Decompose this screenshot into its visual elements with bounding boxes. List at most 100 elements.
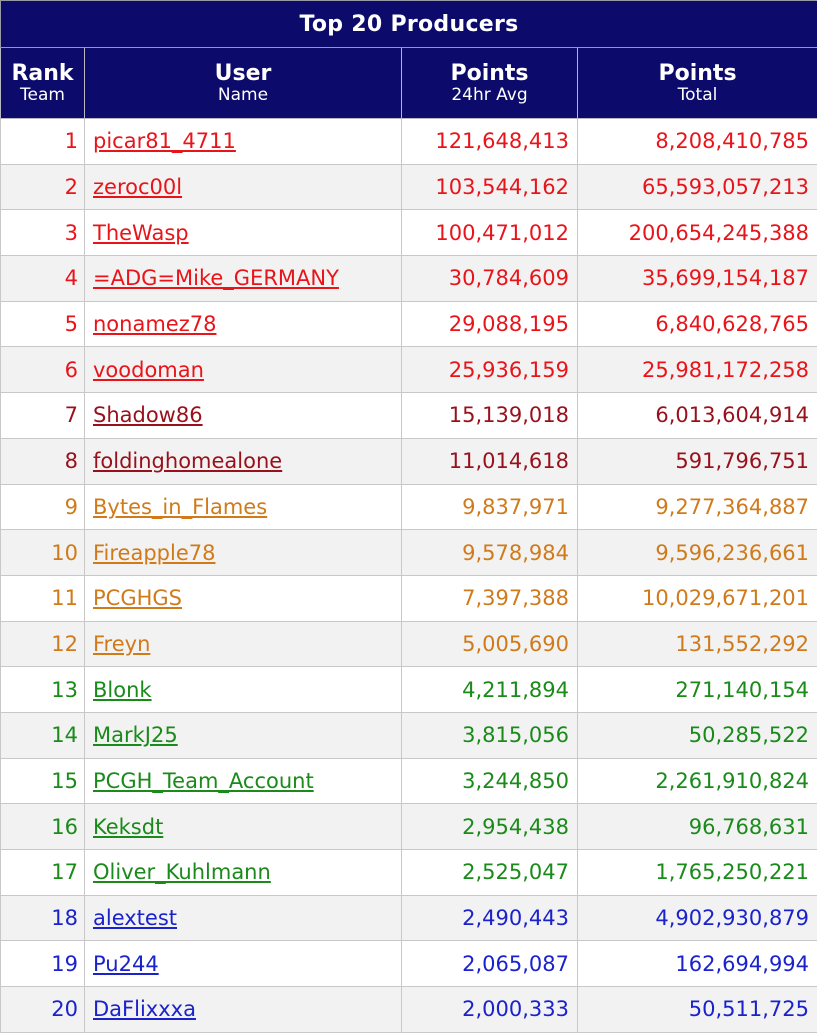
avg-points-cell: 11,014,618 bbox=[402, 438, 578, 484]
user-cell: foldinghomealone bbox=[85, 438, 402, 484]
avg-points-cell: 5,005,690 bbox=[402, 621, 578, 667]
avg-points-cell: 2,490,443 bbox=[402, 895, 578, 941]
avg-points-cell: 2,525,047 bbox=[402, 850, 578, 896]
user-link[interactable]: PCGHGS bbox=[93, 586, 182, 610]
table-title-row: Top 20 Producers bbox=[1, 1, 817, 48]
table-row: 12Freyn5,005,690131,552,292 bbox=[1, 621, 817, 667]
total-points-cell: 9,277,364,887 bbox=[578, 484, 817, 530]
user-link[interactable]: zeroc00l bbox=[93, 175, 182, 199]
user-cell: Shadow86 bbox=[85, 393, 402, 439]
rank-cell: 5 bbox=[1, 301, 85, 347]
user-cell: MarkJ25 bbox=[85, 712, 402, 758]
user-link[interactable]: TheWasp bbox=[93, 221, 189, 245]
rank-cell: 1 bbox=[1, 119, 85, 165]
user-link[interactable]: Bytes_in_Flames bbox=[93, 495, 267, 519]
table-row: 18alextest2,490,4434,902,930,879 bbox=[1, 895, 817, 941]
user-link[interactable]: Oliver_Kuhlmann bbox=[93, 860, 271, 884]
user-link[interactable]: Keksdt bbox=[93, 815, 163, 839]
table-row: 6 voodoman 25,936,15925,981,172,258 bbox=[1, 347, 817, 393]
column-header-row: Rank Team User Name Points 24hr Avg Poin… bbox=[1, 48, 817, 119]
user-link[interactable]: foldinghomealone bbox=[93, 449, 282, 473]
rank-cell: 4 bbox=[1, 256, 85, 302]
total-header-label: Points bbox=[578, 61, 817, 86]
total-points-cell: 1,765,250,221 bbox=[578, 850, 817, 896]
avg-header-label: Points bbox=[402, 61, 577, 86]
user-column-header[interactable]: User Name bbox=[85, 48, 402, 119]
rank-cell: 7 bbox=[1, 393, 85, 439]
user-link[interactable]: Blonk bbox=[93, 678, 152, 702]
total-points-cell: 25,981,172,258 bbox=[578, 347, 817, 393]
rank-cell: 6 bbox=[1, 347, 85, 393]
total-points-cell: 162,694,994 bbox=[578, 941, 817, 987]
user-link[interactable]: =ADG=Mike_GERMANY bbox=[93, 266, 339, 290]
avg-points-cell: 29,088,195 bbox=[402, 301, 578, 347]
user-link[interactable]: PCGH_Team_Account bbox=[93, 769, 314, 793]
table-row: 14MarkJ253,815,05650,285,522 bbox=[1, 712, 817, 758]
total-points-cell: 35,699,154,187 bbox=[578, 256, 817, 302]
user-link[interactable]: Shadow86 bbox=[93, 403, 203, 427]
rank-cell: 18 bbox=[1, 895, 85, 941]
avg-points-cell: 121,648,413 bbox=[402, 119, 578, 165]
avg-points-cell: 100,471,012 bbox=[402, 210, 578, 256]
avg-points-cell: 2,000,333 bbox=[402, 987, 578, 1033]
user-link[interactable]: DaFlixxxa bbox=[93, 997, 196, 1021]
table-row: 19Pu2442,065,087162,694,994 bbox=[1, 941, 817, 987]
table-row: 3 TheWasp 100,471,012200,654,245,388 bbox=[1, 210, 817, 256]
rank-header-sublabel: Team bbox=[1, 86, 84, 106]
rank-cell: 16 bbox=[1, 804, 85, 850]
table-row: 20DaFlixxxa2,000,33350,511,725 bbox=[1, 987, 817, 1033]
total-points-cell: 200,654,245,388 bbox=[578, 210, 817, 256]
user-cell: Fireapple78 bbox=[85, 530, 402, 576]
rank-cell: 9 bbox=[1, 484, 85, 530]
table-row: 13Blonk4,211,894271,140,154 bbox=[1, 667, 817, 713]
avg-header-sublabel: 24hr Avg bbox=[402, 86, 577, 106]
avg-points-cell: 15,139,018 bbox=[402, 393, 578, 439]
total-points-cell: 271,140,154 bbox=[578, 667, 817, 713]
rank-cell: 2 bbox=[1, 164, 85, 210]
user-cell: TheWasp bbox=[85, 210, 402, 256]
table-row: 5 nonamez78 29,088,1956,840,628,765 bbox=[1, 301, 817, 347]
rank-cell: 3 bbox=[1, 210, 85, 256]
user-cell: Oliver_Kuhlmann bbox=[85, 850, 402, 896]
table-row: 1picar81_4711121,648,4138,208,410,785 bbox=[1, 119, 817, 165]
table-row: 8foldinghomealone11,014,618591,796,751 bbox=[1, 438, 817, 484]
total-points-cell: 591,796,751 bbox=[578, 438, 817, 484]
rank-header-label: Rank bbox=[1, 61, 84, 86]
avg-column-header[interactable]: Points 24hr Avg bbox=[402, 48, 578, 119]
user-cell: =ADG=Mike_GERMANY bbox=[85, 256, 402, 302]
table-row: 17Oliver_Kuhlmann2,525,0471,765,250,221 bbox=[1, 850, 817, 896]
user-cell: picar81_4711 bbox=[85, 119, 402, 165]
user-cell: zeroc00l bbox=[85, 164, 402, 210]
total-points-cell: 2,261,910,824 bbox=[578, 758, 817, 804]
user-header-sublabel: Name bbox=[85, 86, 401, 106]
user-link[interactable]: Freyn bbox=[93, 632, 150, 656]
user-link[interactable]: alextest bbox=[93, 906, 177, 930]
avg-points-cell: 25,936,159 bbox=[402, 347, 578, 393]
user-link[interactable]: nonamez78 bbox=[93, 312, 216, 336]
total-header-sublabel: Total bbox=[578, 86, 817, 106]
user-link[interactable]: Fireapple78 bbox=[93, 541, 215, 565]
total-points-cell: 6,840,628,765 bbox=[578, 301, 817, 347]
avg-points-cell: 30,784,609 bbox=[402, 256, 578, 302]
user-cell: voodoman bbox=[85, 347, 402, 393]
table-row: 4 =ADG=Mike_GERMANY 30,784,60935,699,154,1… bbox=[1, 256, 817, 302]
total-points-cell: 9,596,236,661 bbox=[578, 530, 817, 576]
rank-cell: 11 bbox=[1, 575, 85, 621]
table-row: 16Keksdt2,954,43896,768,631 bbox=[1, 804, 817, 850]
rank-cell: 13 bbox=[1, 667, 85, 713]
avg-points-cell: 2,065,087 bbox=[402, 941, 578, 987]
user-cell: DaFlixxxa bbox=[85, 987, 402, 1033]
avg-points-cell: 2,954,438 bbox=[402, 804, 578, 850]
rank-column-header[interactable]: Rank Team bbox=[1, 48, 85, 119]
total-column-header[interactable]: Points Total bbox=[578, 48, 817, 119]
user-link[interactable]: Pu244 bbox=[93, 952, 159, 976]
user-link[interactable]: MarkJ25 bbox=[93, 723, 178, 747]
top-producers-table: Top 20 Producers Rank Team User Name Poi… bbox=[0, 0, 817, 1033]
table-row: 15PCGH_Team_Account3,244,8502,261,910,82… bbox=[1, 758, 817, 804]
total-points-cell: 10,029,671,201 bbox=[578, 575, 817, 621]
user-link[interactable]: voodoman bbox=[93, 358, 204, 382]
table-row: 9Bytes_in_Flames9,837,9719,277,364,887 bbox=[1, 484, 817, 530]
user-cell: nonamez78 bbox=[85, 301, 402, 347]
user-link[interactable]: picar81_4711 bbox=[93, 129, 236, 153]
user-cell: Freyn bbox=[85, 621, 402, 667]
